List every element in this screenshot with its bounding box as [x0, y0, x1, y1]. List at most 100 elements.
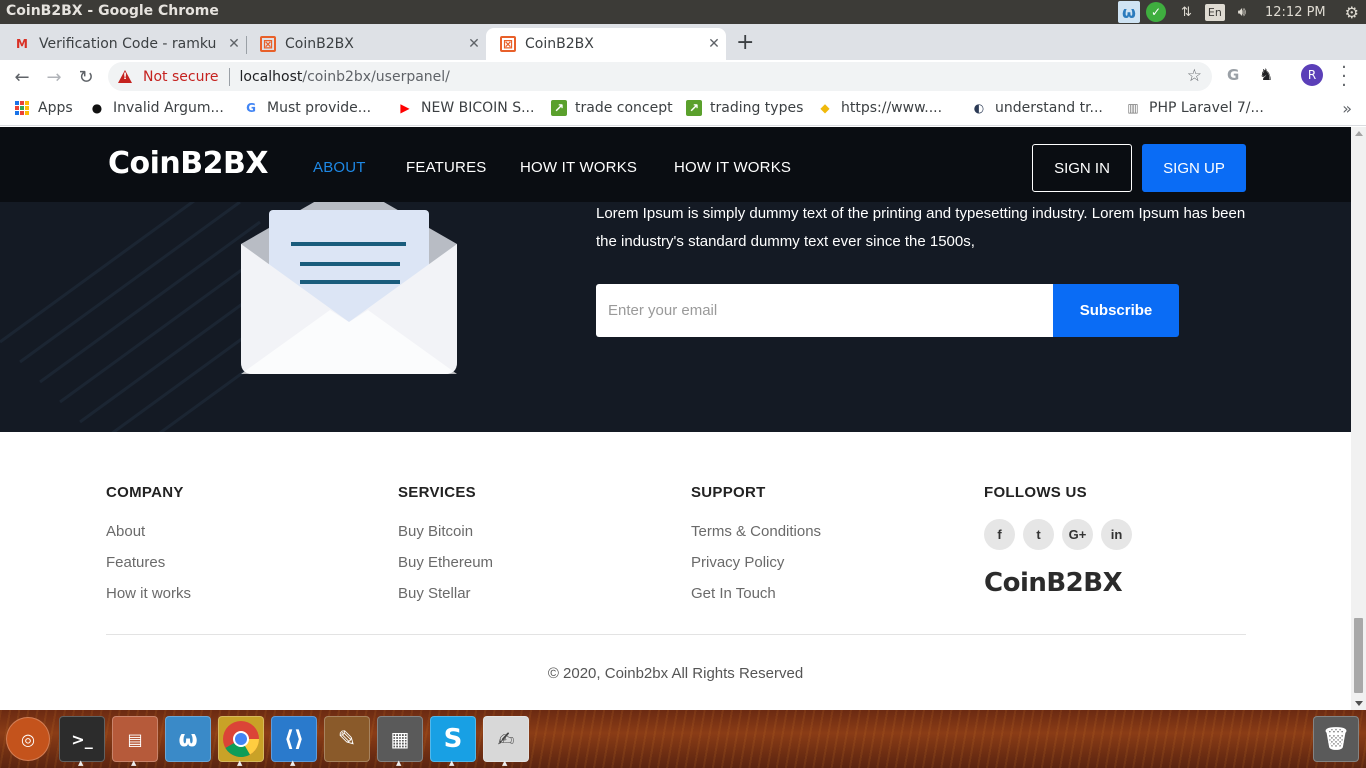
terminal-icon[interactable]: >_: [59, 716, 105, 762]
tab-verification-code[interactable]: M Verification Code - ramku ✕: [0, 28, 246, 60]
text-editor-icon[interactable]: ✍: [483, 716, 529, 762]
nav-how-it-works[interactable]: HOW IT WORKS: [520, 159, 637, 176]
page-viewport: CoinB2BX ABOUT FEATURES HOW IT WORKS HOW…: [0, 127, 1351, 710]
tab-coinb2bx-active[interactable]: ⊠ CoinB2BX ✕: [486, 28, 726, 60]
chrome-icon[interactable]: [218, 716, 264, 762]
linkedin-icon[interactable]: in: [1101, 519, 1132, 550]
back-arrow-icon[interactable]: ←: [10, 65, 34, 89]
running-indicator: [131, 759, 137, 768]
footer-column-services: SERVICES Buy Bitcoin Buy Ethereum Buy St…: [398, 484, 493, 616]
bookmark-label: Apps: [38, 100, 73, 116]
subscribe-button[interactable]: Subscribe: [1053, 284, 1179, 337]
keyboard-layout[interactable]: En: [1204, 3, 1225, 21]
gimp-icon[interactable]: ✎: [324, 716, 370, 762]
tab-coinb2bx[interactable]: ⊠ CoinB2BX ✕: [246, 28, 486, 60]
webstorm-tray-icon[interactable]: ω: [1117, 1, 1140, 23]
bookmark-item[interactable]: ▥ PHP Laravel 7/...: [1125, 100, 1263, 116]
extension-paw-icon[interactable]: ♞: [1259, 65, 1273, 84]
footer-column-title: SERVICES: [398, 484, 476, 501]
bookmark-item[interactable]: ▶ NEW BICOIN S...: [397, 100, 534, 116]
youtube-icon: ▶: [400, 101, 410, 115]
running-indicator: [502, 759, 508, 768]
os-top-bar: CoinB2BX - Google Chrome ω ✓ ⇅ En 🔊︎ 12:…: [0, 0, 1366, 24]
scroll-down-arrow-icon[interactable]: [1355, 701, 1363, 706]
close-tab-icon[interactable]: ✕: [462, 36, 486, 52]
page-scrollbar[interactable]: [1351, 127, 1366, 710]
laravel-icon: ▥: [1127, 101, 1139, 115]
bookmark-item[interactable]: ↗ trade concept: [551, 100, 673, 116]
footer-link-privacy[interactable]: Privacy Policy: [691, 554, 821, 585]
chrome-logo: [223, 721, 259, 758]
bookmarks-bar: Apps ● Invalid Argum... G Must provide..…: [0, 93, 1366, 126]
footer-link-get-in-touch[interactable]: Get In Touch: [691, 585, 821, 616]
bookmark-item[interactable]: ◐ understand tr...: [971, 100, 1103, 116]
close-tab-icon[interactable]: ✕: [702, 36, 726, 52]
sign-up-button[interactable]: SIGN UP: [1142, 144, 1246, 192]
network-icon[interactable]: ⇅: [1174, 0, 1199, 24]
skype-icon[interactable]: S: [430, 716, 476, 762]
address-bar[interactable]: Not secure localhost/coinb2bx/userpanel/…: [108, 62, 1212, 91]
facebook-icon[interactable]: f: [984, 519, 1015, 550]
reload-icon[interactable]: ↻: [74, 65, 98, 89]
nav-about[interactable]: ABOUT: [313, 159, 366, 176]
footer-link-about[interactable]: About: [106, 523, 191, 554]
coinb2bx-favicon: ⊠: [260, 36, 276, 52]
subscribe-description: Lorem Ipsum is simply dummy text of the …: [596, 205, 1246, 250]
new-tab-icon[interactable]: +: [736, 30, 754, 55]
calculator-icon[interactable]: ▦: [377, 716, 423, 762]
google-plus-icon[interactable]: G+: [1062, 519, 1093, 550]
trash-icon[interactable]: 🗑︎: [1313, 716, 1359, 762]
update-ok-icon[interactable]: ✓: [1145, 2, 1166, 22]
bookmark-star-icon[interactable]: ☆: [1187, 66, 1202, 86]
more-bookmarks-icon[interactable]: »: [1342, 99, 1352, 118]
security-label[interactable]: Not secure: [143, 69, 219, 85]
close-tab-icon[interactable]: ✕: [222, 36, 246, 52]
google-icon: G: [246, 101, 256, 115]
footer-divider: [106, 634, 1246, 635]
url-host: localhost: [239, 68, 303, 85]
footer-column-title: FOLLOWS US: [984, 484, 1087, 501]
footer-logo[interactable]: CoinB2BX: [984, 568, 1132, 598]
bookmark-item[interactable]: ● Invalid Argum...: [89, 100, 224, 116]
copyright-text: © 2020, Coinb2bx All Rights Reserved: [547, 665, 804, 682]
site-logo[interactable]: CoinB2BX: [108, 146, 269, 181]
chrome-menu-icon[interactable]: · · ·: [1340, 59, 1348, 95]
footer-link-how-it-works[interactable]: How it works: [106, 585, 191, 616]
window-title: CoinB2BX - Google Chrome: [6, 3, 219, 19]
sign-in-button[interactable]: SIGN IN: [1032, 144, 1132, 192]
bookmark-apps[interactable]: Apps: [14, 100, 73, 116]
webstorm-icon[interactable]: ω: [165, 716, 211, 762]
settings-gear-icon[interactable]: ⚙: [1338, 0, 1366, 24]
footer-column-support: SUPPORT Terms & Conditions Privacy Polic…: [691, 484, 821, 616]
google-translate-icon[interactable]: G: [1227, 66, 1239, 84]
footer-link-buy-ethereum[interactable]: Buy Ethereum: [398, 554, 493, 585]
clock[interactable]: 12:12 PM: [1253, 0, 1338, 24]
ubuntu-icon[interactable]: ◎: [6, 717, 50, 761]
email-input[interactable]: [596, 284, 1054, 337]
twitter-icon[interactable]: t: [1023, 519, 1054, 550]
footer-link-terms[interactable]: Terms & Conditions: [691, 523, 821, 554]
apps-grid-icon: [14, 100, 30, 116]
footer-link-features[interactable]: Features: [106, 554, 191, 585]
profile-avatar[interactable]: R: [1301, 64, 1323, 86]
running-indicator: [396, 759, 402, 768]
running-indicator: [237, 759, 243, 768]
vscode-icon[interactable]: ⟨⟩: [271, 716, 317, 762]
files-icon[interactable]: ▤: [112, 716, 158, 762]
forward-arrow-icon[interactable]: →: [42, 65, 66, 89]
chart-icon: ↗: [686, 100, 702, 116]
nav-features[interactable]: FEATURES: [406, 159, 487, 176]
bookmark-label: Must provide...: [267, 100, 372, 116]
nav-how-it-works-2[interactable]: HOW IT WORKS: [674, 159, 791, 176]
footer-link-buy-bitcoin[interactable]: Buy Bitcoin: [398, 523, 493, 554]
warning-icon[interactable]: [118, 70, 132, 83]
scrollbar-thumb[interactable]: [1354, 618, 1363, 693]
scroll-up-arrow-icon[interactable]: [1355, 131, 1363, 136]
bookmark-item[interactable]: ↗ trading types: [686, 100, 803, 116]
envelope-icon: [241, 202, 457, 374]
footer-link-buy-stellar[interactable]: Buy Stellar: [398, 585, 493, 616]
bookmark-item[interactable]: ◆ https://www....: [817, 100, 942, 116]
gmail-icon: M: [16, 37, 28, 51]
volume-icon[interactable]: 🔊︎: [1231, 0, 1253, 24]
bookmark-item[interactable]: G Must provide...: [243, 100, 371, 116]
